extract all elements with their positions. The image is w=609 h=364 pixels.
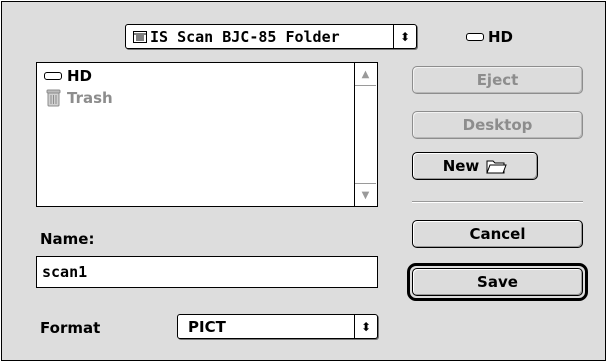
popup-arrows-icon: ⬍ <box>354 315 377 338</box>
popup-arrows-icon: ⬍ <box>393 25 416 48</box>
volume-indicator: HD <box>466 28 513 46</box>
new-folder-label: New <box>442 157 480 175</box>
list-item[interactable]: Trash <box>43 88 113 108</box>
list-item-label: HD <box>67 67 93 85</box>
file-list[interactable]: HD Trash ▲ ▼ <box>36 62 378 207</box>
save-button[interactable]: Save <box>412 268 583 296</box>
hard-disk-icon <box>44 72 62 80</box>
desktop-button[interactable]: Desktop <box>412 111 583 139</box>
new-folder-button[interactable]: New <box>412 152 538 180</box>
vertical-scrollbar[interactable]: ▲ ▼ <box>354 63 377 206</box>
format-popup-value: PICT <box>188 317 226 336</box>
eject-button[interactable]: Eject <box>412 66 583 94</box>
volume-label: HD <box>488 28 514 46</box>
format-popup-menu[interactable]: PICT ⬍ <box>177 314 378 339</box>
save-dialog: IS Scan BJC-85 Folder ⬍ HD HD Trash ▲ ▼ … <box>1 1 606 361</box>
hard-disk-icon <box>466 33 484 41</box>
list-item-label: Trash <box>67 89 113 107</box>
folder-popup-label: IS Scan BJC-85 Folder <box>150 27 340 46</box>
folder-popup-menu[interactable]: IS Scan BJC-85 Folder ⬍ <box>125 24 417 49</box>
list-item[interactable]: HD <box>43 66 92 86</box>
folder-icon <box>130 30 150 43</box>
name-label: Name: <box>40 230 95 248</box>
cancel-button[interactable]: Cancel <box>412 220 583 248</box>
new-folder-icon <box>486 160 508 174</box>
trash-icon <box>46 89 60 107</box>
name-input[interactable]: scan1 <box>36 256 378 288</box>
format-label: Format <box>40 319 101 337</box>
divider <box>412 201 583 203</box>
scroll-up-arrow-icon[interactable]: ▲ <box>355 63 376 86</box>
scroll-down-arrow-icon[interactable]: ▼ <box>355 183 376 206</box>
